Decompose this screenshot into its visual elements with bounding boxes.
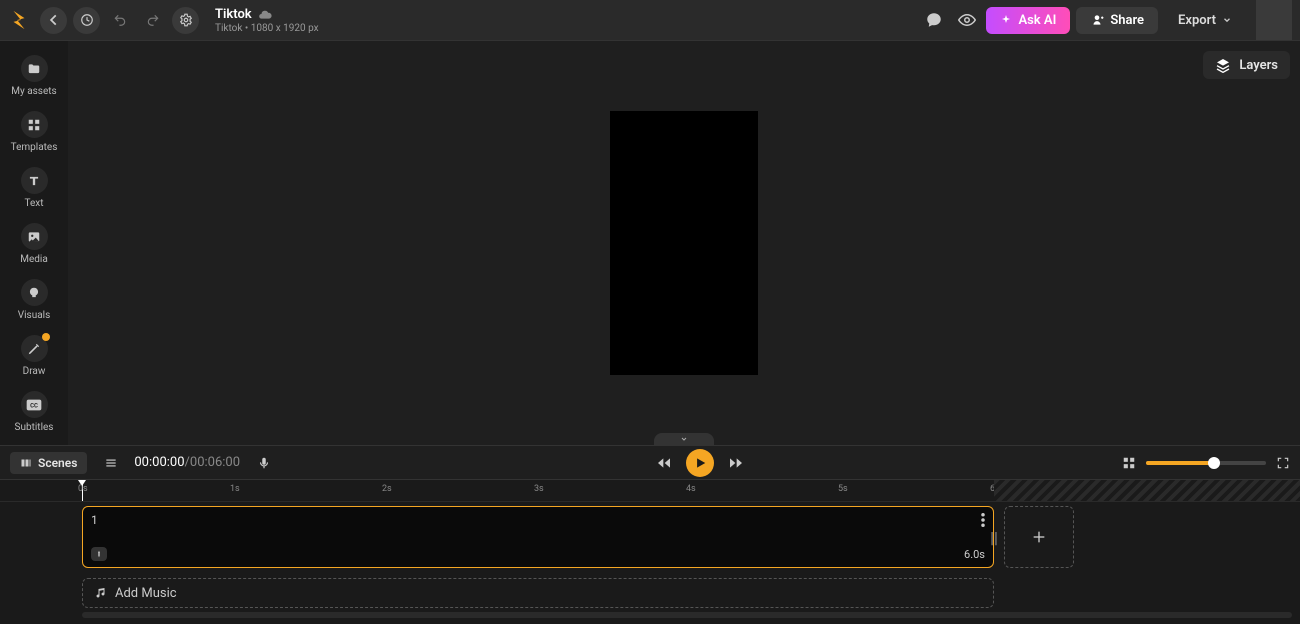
list-view-button[interactable]	[97, 449, 124, 476]
ruler-tick: 0s	[78, 484, 88, 494]
share-button[interactable]: Share	[1076, 7, 1158, 34]
scenes-toggle[interactable]: Scenes	[10, 452, 87, 474]
redo-button[interactable]	[139, 7, 166, 34]
add-music-button[interactable]: Add Music	[82, 578, 994, 608]
visuals-icon	[21, 279, 48, 306]
export-button[interactable]: Export	[1164, 7, 1246, 34]
title-block: Tiktok Tiktok • 1080 x 1920 px	[215, 7, 319, 34]
collapse-timeline-tab[interactable]	[654, 433, 714, 445]
zoom-slider[interactable]	[1146, 461, 1266, 465]
playback-controls-bar: Scenes 00:00:00/00:06:00	[0, 445, 1300, 479]
scenes-label: Scenes	[38, 456, 77, 470]
clip-duration: 6.0s	[964, 548, 985, 561]
video-preview[interactable]	[610, 111, 758, 375]
add-music-label: Add Music	[115, 586, 177, 601]
layers-button[interactable]: Layers	[1203, 51, 1290, 79]
ask-ai-label: Ask AI	[1018, 13, 1056, 28]
back-button[interactable]	[40, 7, 67, 34]
sidebar-item-templates[interactable]: Templates	[0, 111, 68, 153]
text-icon	[21, 167, 48, 194]
sidebar-item-visuals[interactable]: Visuals	[0, 279, 68, 321]
cloud-sync-icon	[258, 8, 272, 20]
export-label: Export	[1178, 13, 1216, 28]
cc-icon: CC	[21, 391, 48, 418]
project-title[interactable]: Tiktok	[215, 7, 252, 22]
ask-ai-button[interactable]: Ask AI	[986, 7, 1070, 34]
header-end-block	[1256, 0, 1292, 40]
comments-button[interactable]	[920, 7, 947, 34]
sidebar-item-subtitles[interactable]: CC Subtitles	[0, 391, 68, 433]
left-sidebar: My assets Templates Text Media Visuals D…	[0, 41, 68, 445]
grid-icon	[21, 111, 48, 138]
share-label: Share	[1110, 13, 1144, 28]
draw-icon	[21, 335, 48, 362]
sidebar-item-media[interactable]: Media	[0, 223, 68, 265]
ruler-tick: 4s	[686, 484, 696, 494]
folder-icon	[21, 55, 48, 82]
clip-resize-handle[interactable]: ||	[989, 524, 999, 550]
header-bar: Tiktok Tiktok • 1080 x 1920 px Ask AI Sh…	[0, 0, 1300, 41]
add-scene-button[interactable]	[1004, 506, 1074, 568]
svg-text:CC: CC	[30, 402, 38, 409]
timeline-ruler[interactable]: 0s1s2s3s4s5s6s7s	[0, 480, 1300, 502]
play-button[interactable]	[686, 449, 714, 477]
ruler-tick: 5s	[838, 484, 848, 494]
fullscreen-button[interactable]	[1276, 456, 1290, 470]
clip-menu-button[interactable]	[981, 513, 985, 527]
image-icon	[21, 223, 48, 250]
ruler-tick: 2s	[382, 484, 392, 494]
forward-button[interactable]	[728, 455, 744, 471]
app-logo	[8, 9, 30, 31]
layers-label: Layers	[1239, 58, 1278, 73]
timeline-panel: 0s1s2s3s4s5s6s7s 1 6.0s || Add Music	[0, 479, 1300, 624]
settings-button[interactable]	[172, 7, 199, 34]
timeline-scrollbar[interactable]	[82, 612, 1292, 618]
undo-button[interactable]	[106, 7, 133, 34]
canvas-area: Layers	[68, 41, 1300, 445]
ruler-tick: 3s	[534, 484, 544, 494]
preview-button[interactable]	[953, 7, 980, 34]
ruler-tick: 1s	[230, 484, 240, 494]
timecode: 00:00:00/00:06:00	[134, 455, 240, 470]
scene-clip-1[interactable]: 1 6.0s ||	[82, 506, 994, 568]
zoom-grid-button[interactable]	[1122, 456, 1136, 470]
project-subtitle: Tiktok • 1080 x 1920 px	[215, 23, 319, 34]
sidebar-item-text[interactable]: Text	[0, 167, 68, 209]
scene-number: 1	[91, 513, 98, 527]
mic-button[interactable]	[250, 449, 277, 476]
history-button[interactable]	[73, 7, 100, 34]
rewind-button[interactable]	[656, 455, 672, 471]
pin-icon	[91, 547, 107, 561]
sidebar-item-my-assets[interactable]: My assets	[0, 55, 68, 97]
sidebar-item-draw[interactable]: Draw	[0, 335, 68, 377]
